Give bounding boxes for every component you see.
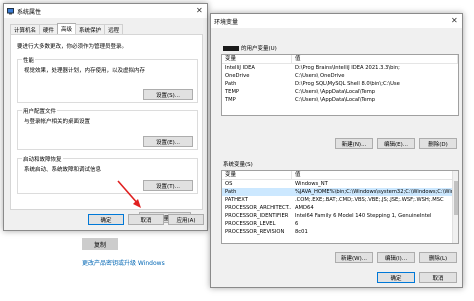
table-row-selected[interactable]: Path %JAVA_HOME%\bin;C:\Windows\system32;… — [222, 188, 458, 196]
system-variables-table: 变量 值 OS Windows_NT Path %JAVA_HOME%\bin;C:… — [221, 170, 459, 244]
startup-recovery-group: 启动和故障恢复 系统启动、系统故障和调试信息 设置(T)... — [17, 155, 198, 194]
column-header-variable[interactable]: 变量 — [222, 171, 292, 179]
user-edit-button[interactable]: 编辑(E)... — [377, 138, 415, 149]
scrollbar-thumb[interactable] — [454, 181, 458, 215]
envvars-ok-button[interactable]: 确定 — [377, 272, 415, 283]
table-row[interactable]: PROCESSOR_REVISION 8c01 — [222, 228, 458, 236]
envvars-title: 环境变量 — [214, 18, 239, 26]
sysprops-tabs: 计算机名 硬件 高级 系统保护 远程 — [10, 23, 124, 34]
system-variables-label: 系统变量(S) — [223, 162, 253, 168]
column-header-value[interactable]: 值 — [292, 171, 458, 179]
close-icon[interactable]: ✕ — [451, 16, 458, 25]
computer-icon — [7, 7, 14, 15]
advanced-tab-panel: 要进行大多数更改，你必须作为管理员登录。 性能 视觉效果，处理器计划，内存使用，… — [10, 34, 203, 223]
admin-note: 要进行大多数更改，你必须作为管理员登录。 — [17, 44, 128, 50]
user-variables-table: 变量 值 IntelliJ IDEA D:\Prog Brains\Intelli… — [221, 54, 459, 116]
system-edit-button[interactable]: 编辑(I)... — [377, 252, 415, 263]
performance-settings-button[interactable]: 设置(S)... — [143, 89, 193, 100]
tab-remote[interactable]: 远程 — [104, 24, 124, 34]
table-row[interactable]: OS Windows_NT — [222, 180, 458, 188]
user-variables-label: 的用户变量(U) — [223, 44, 277, 52]
table-row[interactable]: PROCESSOR_LEVEL 6 — [222, 220, 458, 228]
system-variables-scrollbar[interactable] — [452, 171, 458, 243]
system-delete-button[interactable]: 删除(L) — [419, 252, 457, 263]
tab-system-protection[interactable]: 系统保护 — [75, 24, 106, 34]
sysprops-apply-button[interactable]: 应用(A) — [168, 214, 204, 225]
table-row[interactable]: Path D:\Prog SQL\MySQL Shell 8.0\bin\;C:\… — [222, 80, 458, 88]
table-row[interactable]: TMP C:\Users\ \AppData\Local\Temp — [222, 96, 458, 104]
table-row[interactable]: IntelliJ IDEA D:\Prog Brains\IntelliJ IDE… — [222, 64, 458, 72]
user-variables-header: 变量 值 — [222, 55, 458, 64]
startup-recovery-title: 启动和故障恢复 — [22, 155, 63, 163]
tab-computer-name[interactable]: 计算机名 — [10, 24, 41, 34]
close-icon[interactable]: ✕ — [196, 6, 203, 15]
table-row[interactable]: PROCESSOR_IDENTIFIER Intel64 Family 6 Mod… — [222, 212, 458, 220]
environment-variables-dialog: 环境变量 ✕ 的用户变量(U) 变量 值 IntelliJ IDEA D:\Pro… — [210, 13, 463, 288]
envvars-cancel-button[interactable]: 取消 — [419, 272, 457, 283]
user-profiles-group: 用户配置文件 与登录帐户相关的桌面设置 设置(E)... — [17, 107, 198, 150]
redacted-username-block — [223, 46, 239, 51]
system-variables-header: 变量 值 — [222, 171, 458, 180]
startup-recovery-settings-button[interactable]: 设置(T)... — [143, 180, 193, 191]
performance-desc: 视觉效果，处理器计划，内存使用，以及虚拟内存 — [24, 68, 146, 74]
sysprops-titlebar: 系统属性 — [4, 4, 207, 18]
table-row[interactable]: TEMP C:\Users\ \AppData\Local\Temp — [222, 88, 458, 96]
system-properties-dialog: 系统属性 ✕ 计算机名 硬件 高级 系统保护 远程 要进行大多数更改，你必须作为… — [3, 3, 208, 231]
column-header-value[interactable]: 值 — [292, 55, 458, 63]
sysprops-cancel-button[interactable]: 取消 — [128, 214, 164, 225]
performance-title: 性能 — [22, 56, 36, 64]
system-new-button[interactable]: 新建(W)... — [335, 252, 373, 263]
table-row[interactable]: PROCESSOR_ARCHITECT... AMD64 — [222, 204, 458, 212]
table-row[interactable]: PATHEXT .COM;.EXE;.BAT;.CMD;.VBS;.VBE;.JS… — [222, 196, 458, 204]
column-header-variable[interactable]: 变量 — [222, 55, 292, 63]
user-profiles-settings-button[interactable]: 设置(E)... — [143, 136, 193, 147]
startup-recovery-desc: 系统启动、系统故障和调试信息 — [24, 167, 102, 173]
envvars-titlebar: 环境变量 — [211, 14, 462, 28]
change-product-key-link[interactable]: 更改产品密钥或升级 Windows — [82, 258, 165, 267]
sysprops-ok-button[interactable]: 确定 — [88, 214, 124, 225]
user-profiles-desc: 与登录帐户相关的桌面设置 — [24, 119, 91, 125]
sysprops-title: 系统属性 — [17, 8, 42, 16]
table-row[interactable]: OneDrive C:\Users\ OneDrive — [222, 72, 458, 80]
copy-button[interactable]: 复制 — [82, 238, 118, 250]
user-new-button[interactable]: 新建(N)... — [335, 138, 373, 149]
tab-hardware[interactable]: 硬件 — [39, 24, 59, 34]
performance-group: 性能 视觉效果，处理器计划，内存使用，以及虚拟内存 设置(S)... — [17, 56, 198, 103]
tab-advanced[interactable]: 高级 — [57, 23, 77, 34]
user-delete-button[interactable]: 删除(D) — [419, 138, 457, 149]
user-profiles-title: 用户配置文件 — [22, 107, 58, 115]
